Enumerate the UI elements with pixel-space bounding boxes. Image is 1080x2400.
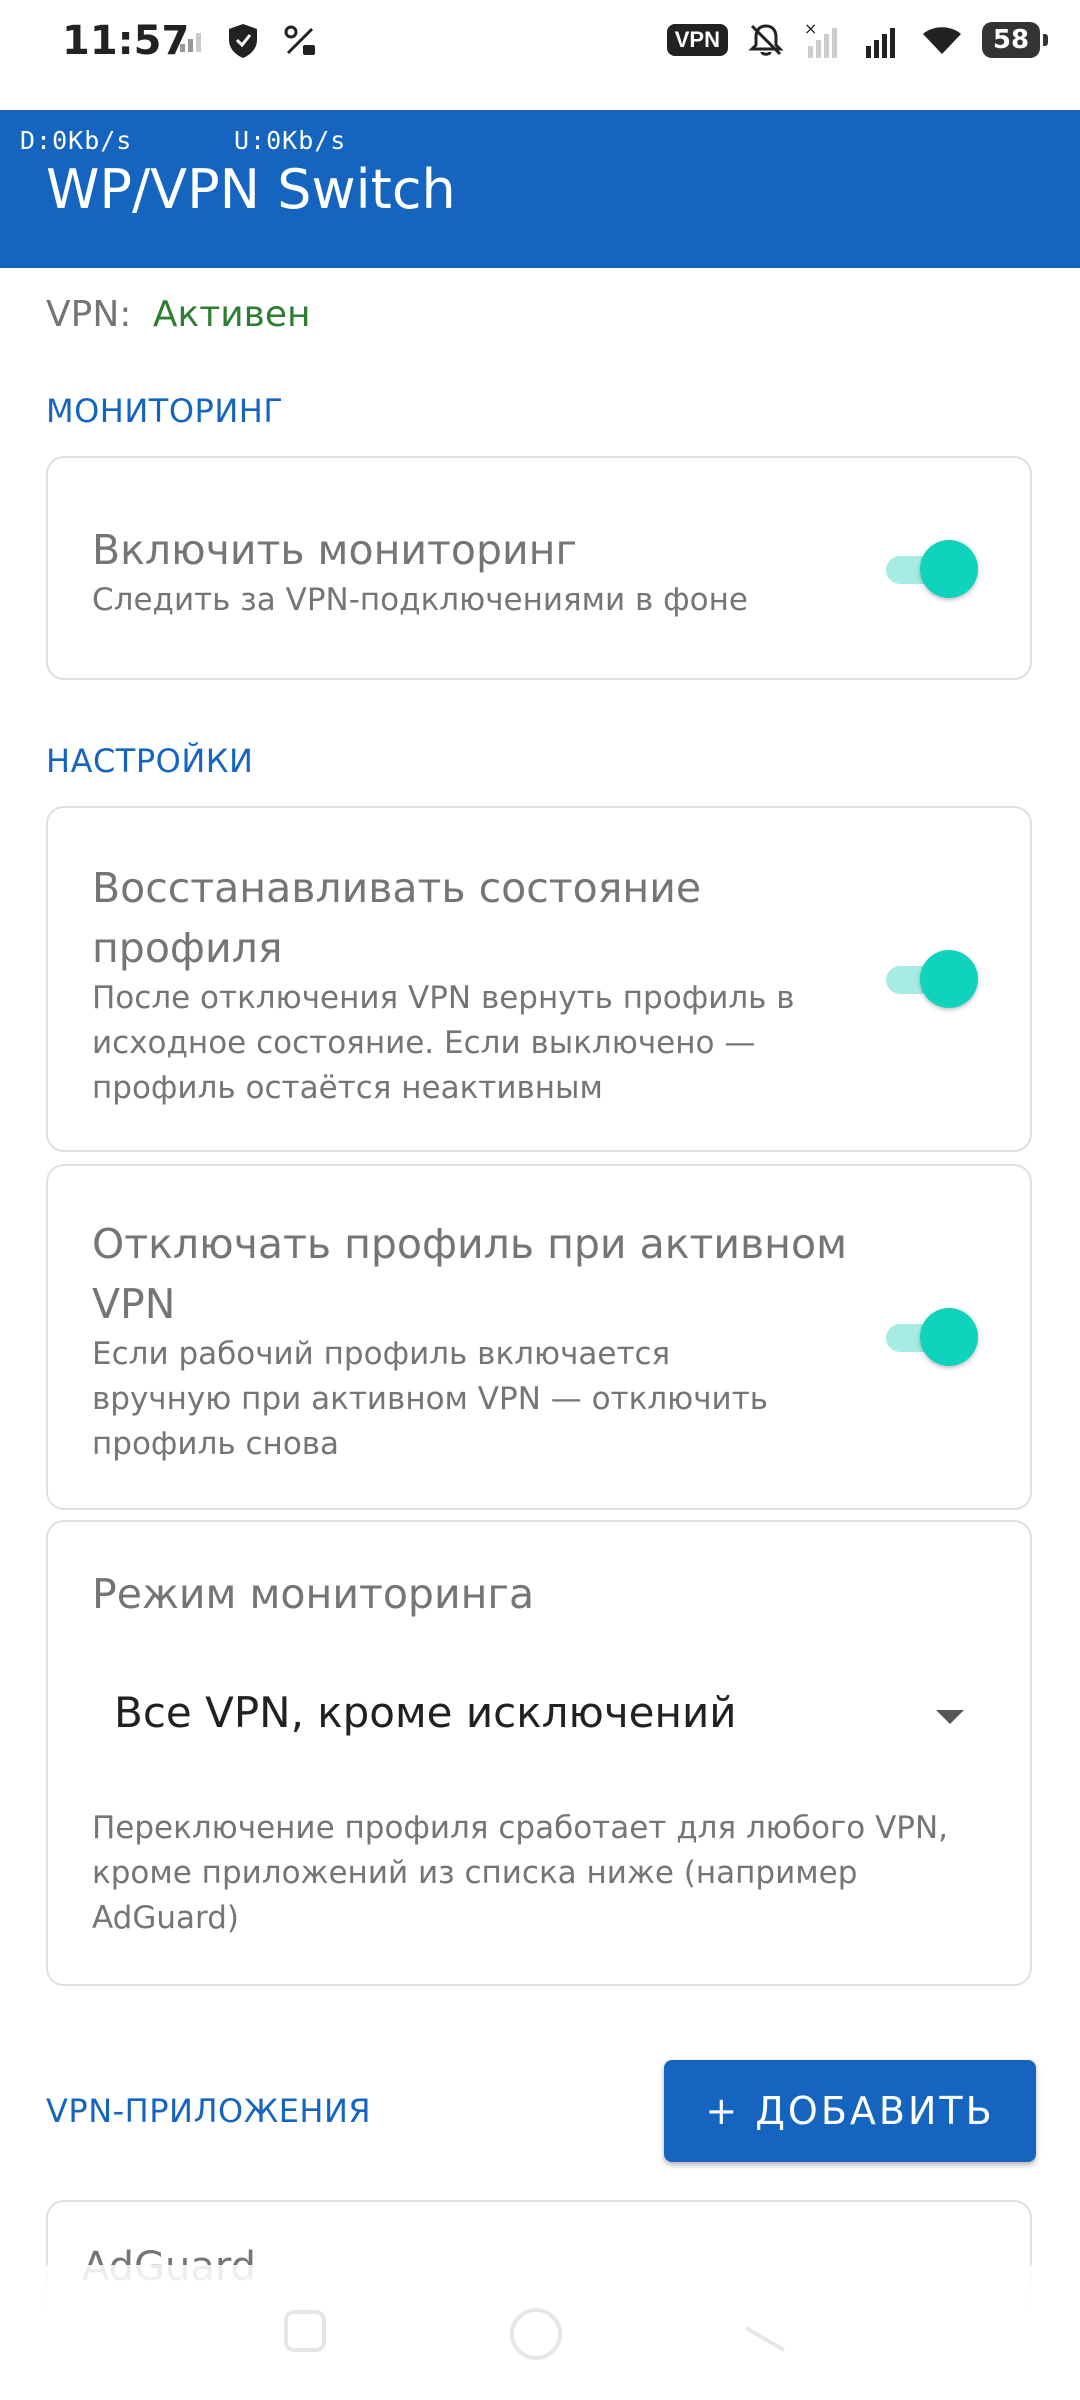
signal-weak-icon: [180, 33, 201, 52]
section-header-settings: НАСТРОЙКИ: [46, 742, 254, 780]
wifi-icon: [923, 27, 961, 54]
download-speed: D:0Kb/s: [20, 126, 133, 155]
monitoring-mode-description: Переключение профиля сработает для любог…: [92, 1810, 949, 1936]
dropdown-arrow-icon: [936, 1710, 964, 1724]
disable-profile-switch[interactable]: [886, 1308, 978, 1368]
enable-monitoring-switch[interactable]: [886, 540, 978, 600]
section-header-vpn-apps: VPN-ПРИЛОЖЕНИЯ: [46, 2092, 372, 2130]
disable-profile-title: Отключать профиль при активном VPN: [92, 1220, 847, 1328]
home-icon[interactable]: [506, 2306, 566, 2366]
section-header-monitoring: МОНИТОРИНГ: [46, 392, 284, 430]
signal-full-icon: [866, 28, 895, 58]
data-saver-icon: [284, 25, 315, 55]
vpn-status-value: Активен: [152, 294, 311, 335]
restore-profile-card[interactable]: Восстанавливать состояние профиля После …: [46, 806, 1032, 1152]
add-vpn-app-button[interactable]: + ДОБАВИТЬ: [664, 2060, 1036, 2162]
svg-text:×: ×: [804, 20, 817, 38]
shield-icon: [229, 24, 257, 58]
app-title: WP/VPN Switch: [46, 158, 456, 221]
battery-icon: 58: [982, 22, 1048, 58]
monitoring-mode-selected: Все VPN, кроме исключений: [114, 1688, 737, 1737]
signal-no-sim-icon: ×: [804, 20, 837, 58]
status-bar: 11:57 VPN × 58: [0, 0, 1080, 110]
enable-monitoring-title: Включить мониторинг: [92, 526, 578, 574]
upload-speed: U:0Kb/s: [234, 126, 347, 155]
vpn-status: VPN: Активен: [46, 294, 311, 335]
app-bar: D:0Kb/s U:0Kb/s WP/VPN Switch: [0, 110, 1080, 268]
enable-monitoring-card[interactable]: Включить мониторинг Следить за VPN-подкл…: [46, 456, 1032, 680]
enable-monitoring-subtitle: Следить за VPN-подключениями в фоне: [92, 582, 748, 618]
back-icon[interactable]: [740, 2306, 790, 2356]
monitoring-mode-dropdown[interactable]: Все VPN, кроме исключений: [68, 1672, 1008, 1762]
disable-profile-subtitle: Если рабочий профиль включается вручную …: [92, 1336, 769, 1462]
restore-profile-switch[interactable]: [886, 950, 978, 1010]
restore-profile-title: Восстанавливать состояние профиля: [92, 864, 702, 972]
status-time: 11:57: [62, 18, 190, 64]
disable-profile-card[interactable]: Отключать профиль при активном VPN Если …: [46, 1164, 1032, 1510]
restore-profile-subtitle: После отключения VPN вернуть профиль в и…: [92, 980, 795, 1106]
monitoring-mode-card: Режим мониторинга Все VPN, кроме исключе…: [46, 1520, 1032, 1986]
bell-muted-icon: [748, 24, 784, 56]
vpn-status-label: VPN:: [46, 294, 132, 335]
monitoring-mode-title: Режим мониторинга: [92, 1570, 535, 1618]
vpn-status-icon: VPN: [666, 24, 728, 56]
recent-apps-icon[interactable]: [280, 2306, 330, 2356]
